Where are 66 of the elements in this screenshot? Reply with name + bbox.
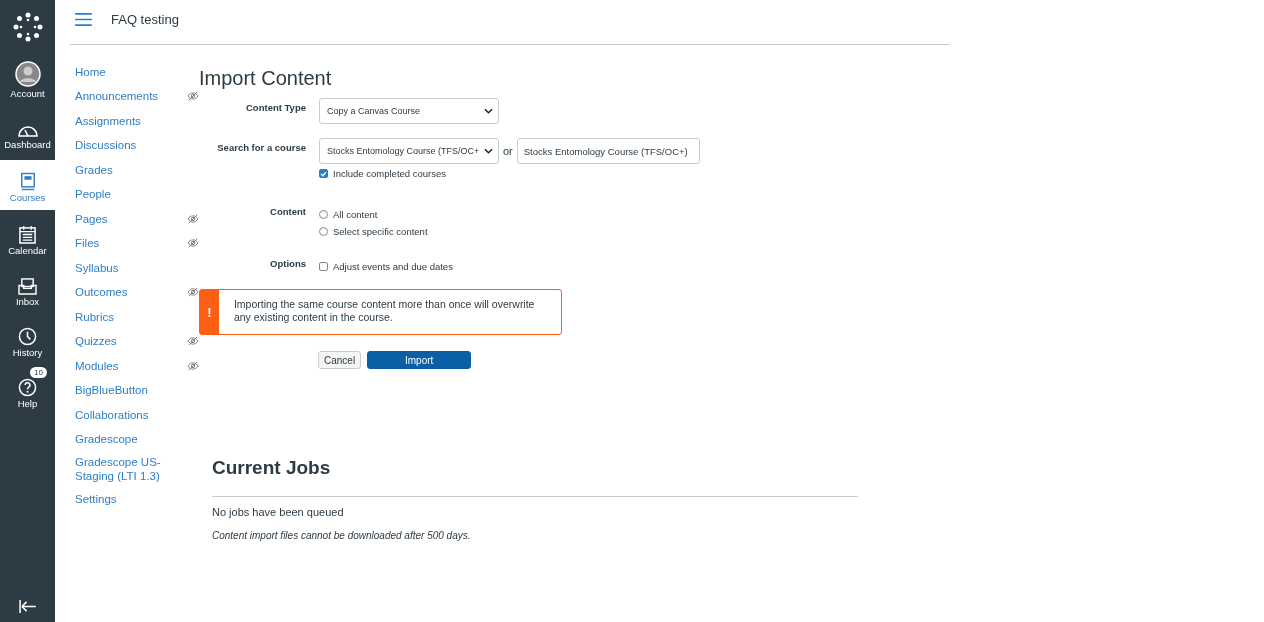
content-type-dropdown[interactable]: Copy a Canvas Course (319, 98, 499, 124)
or-text: or (503, 145, 513, 157)
radio-label: Select specific content (333, 226, 428, 237)
course-nav-link[interactable]: Modules (75, 357, 199, 375)
course-nav-link[interactable]: Syllabus (75, 259, 199, 277)
page-title: Import Content (199, 67, 333, 90)
global-nav-calendar[interactable]: Calendar (0, 215, 55, 261)
inbox-icon (18, 278, 37, 295)
course-nav-link[interactable]: BigBlueButton (75, 381, 199, 399)
field-label: Content (269, 205, 307, 219)
chevron-down-icon (484, 108, 493, 114)
course-nav-link[interactable]: Files (75, 234, 199, 252)
warning-text: Importing the same course content more than once will overwrite any existing content in the course. (232, 297, 536, 325)
section-title: Current Jobs (212, 457, 858, 497)
global-nav-help[interactable]: 10 Help (0, 368, 55, 414)
global-nav-history[interactable]: History (0, 317, 55, 363)
course-nav-link[interactable]: Assignments (75, 112, 199, 130)
hidden-eye-icon (187, 213, 199, 224)
checkbox[interactable] (319, 169, 328, 178)
field-label: Content Type (245, 101, 307, 115)
course-dropdown[interactable]: Stocks Entomology Course (TFS/OC+ (319, 138, 499, 164)
course-nav-link[interactable]: Quizzes (75, 332, 199, 350)
hidden-eye-icon (187, 238, 199, 249)
course-nav-link[interactable]: People (75, 185, 199, 203)
course-nav-link[interactable]: Gradescope US-Staging (LTI 1.3) (75, 455, 199, 483)
menu-icon[interactable] (75, 12, 92, 26)
global-nav-inbox[interactable]: Inbox (0, 266, 55, 312)
hidden-eye-icon (187, 287, 199, 298)
global-nav-dashboard[interactable]: Dashboard (0, 109, 55, 155)
course-nav-link[interactable]: Home (75, 63, 199, 81)
course-nav-link[interactable]: Discussions (75, 136, 199, 154)
book-icon (19, 172, 36, 191)
avatar-icon (14, 61, 41, 87)
checkbox-label: Include completed courses (333, 168, 446, 179)
course-nav-link[interactable]: Pages (75, 210, 199, 228)
calendar-icon (19, 225, 36, 244)
chevron-down-icon (484, 148, 493, 154)
global-nav-courses[interactable]: Courses (0, 160, 55, 210)
note-text: Content import files cannot be downloaded after 500 days. (212, 530, 472, 541)
cancel-button[interactable]: Cancel (318, 351, 362, 369)
hidden-eye-icon (187, 360, 199, 371)
notification-badge: 10 (30, 367, 47, 378)
help-icon (18, 378, 37, 397)
empty-message: No jobs have been queued (212, 506, 345, 518)
hidden-eye-icon (187, 91, 199, 102)
course-nav-link[interactable]: Announcements (75, 87, 199, 105)
course-nav-link[interactable]: Grades (75, 161, 199, 179)
logo-icon[interactable] (12, 12, 43, 42)
course-nav-link[interactable]: Settings (75, 490, 199, 508)
checkbox-label: Adjust events and due dates (333, 261, 453, 272)
field-label: Options (269, 257, 307, 271)
hidden-eye-icon (187, 336, 199, 347)
course-nav-link[interactable]: Rubrics (75, 308, 199, 326)
course-nav-link[interactable]: Outcomes (75, 283, 199, 301)
field-label: Search for a course (216, 141, 307, 155)
global-nav-account[interactable]: Account (0, 58, 55, 104)
course-title: FAQ testing (111, 11, 179, 27)
clock-icon (18, 327, 37, 346)
course-nav-link[interactable]: Collaborations (75, 406, 199, 424)
radio-label: All content (333, 209, 378, 220)
course-search-input[interactable]: Stocks Entomology Course (TFS/OC+) (516, 138, 700, 164)
course-nav-link[interactable]: Gradescope (75, 430, 199, 448)
checkbox[interactable] (319, 262, 328, 271)
import-button[interactable]: Import (367, 351, 472, 369)
warning-icon: ! (200, 290, 219, 334)
collapse-icon[interactable] (18, 600, 37, 613)
